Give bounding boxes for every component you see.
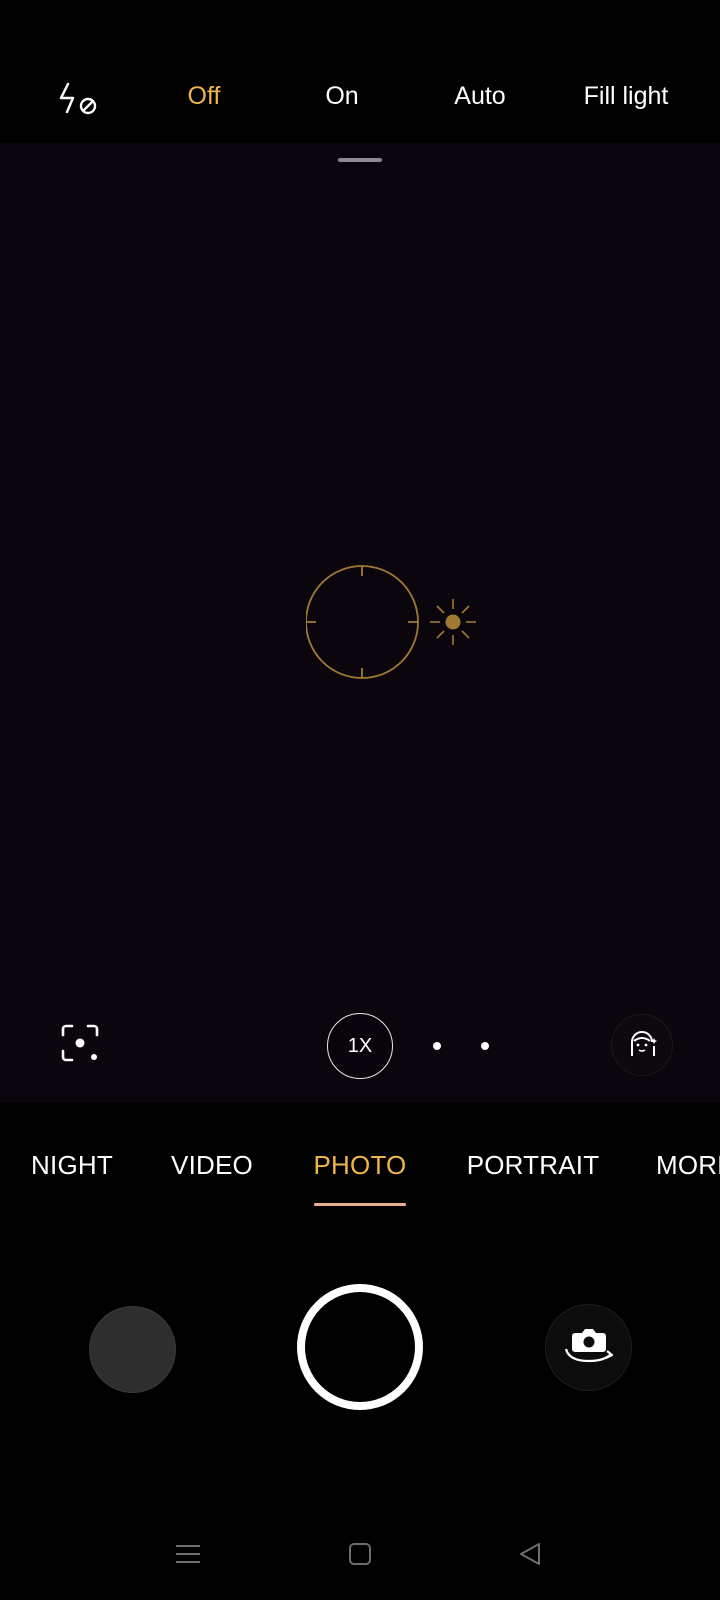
flash-options-bar: Off On Auto Fill light xyxy=(0,0,720,143)
home-icon[interactable] xyxy=(344,1538,376,1570)
mode-video[interactable]: VIDEO xyxy=(171,1150,253,1181)
flash-option-fill-light[interactable]: Fill light xyxy=(584,82,669,111)
gallery-thumbnail[interactable] xyxy=(89,1306,176,1393)
mode-portrait[interactable]: PORTRAIT xyxy=(467,1150,600,1181)
zoom-level-dot[interactable] xyxy=(481,1042,489,1050)
flash-option-on[interactable]: On xyxy=(325,82,358,111)
flash-off-icon[interactable] xyxy=(58,80,102,120)
zoom-label: 1X xyxy=(347,1034,373,1057)
flash-option-auto[interactable]: Auto xyxy=(454,82,505,111)
camera-mode-selector: NIGHT VIDEO PHOTO PORTRAIT MORE xyxy=(0,1103,720,1213)
shutter-button[interactable] xyxy=(297,1284,423,1410)
flash-option-off[interactable]: Off xyxy=(188,82,221,111)
mode-photo[interactable]: PHOTO xyxy=(314,1150,407,1181)
zoom-1x-button[interactable]: 1X xyxy=(327,1013,393,1079)
active-mode-indicator xyxy=(314,1203,406,1206)
mode-night[interactable]: NIGHT xyxy=(31,1150,113,1181)
exposure-sun-icon[interactable] xyxy=(430,599,476,645)
switch-camera-icon xyxy=(561,1323,617,1372)
back-icon[interactable] xyxy=(515,1538,547,1570)
viewfinder[interactable]: 1X xyxy=(0,143,720,1103)
focus-ring-icon xyxy=(305,561,484,683)
switch-camera-button[interactable] xyxy=(545,1304,632,1391)
menu-icon[interactable] xyxy=(172,1538,204,1570)
ai-beauty-button[interactable] xyxy=(611,1014,673,1076)
camera-screen: Off On Auto Fill light 1X NIGHT VIDEO PH… xyxy=(0,0,720,1600)
lens-scan-icon[interactable] xyxy=(58,1021,102,1065)
mode-more[interactable]: MORE xyxy=(656,1150,720,1181)
drag-handle[interactable] xyxy=(338,158,382,162)
zoom-level-dot[interactable] xyxy=(433,1042,441,1050)
ai-beauty-icon xyxy=(625,1026,659,1065)
